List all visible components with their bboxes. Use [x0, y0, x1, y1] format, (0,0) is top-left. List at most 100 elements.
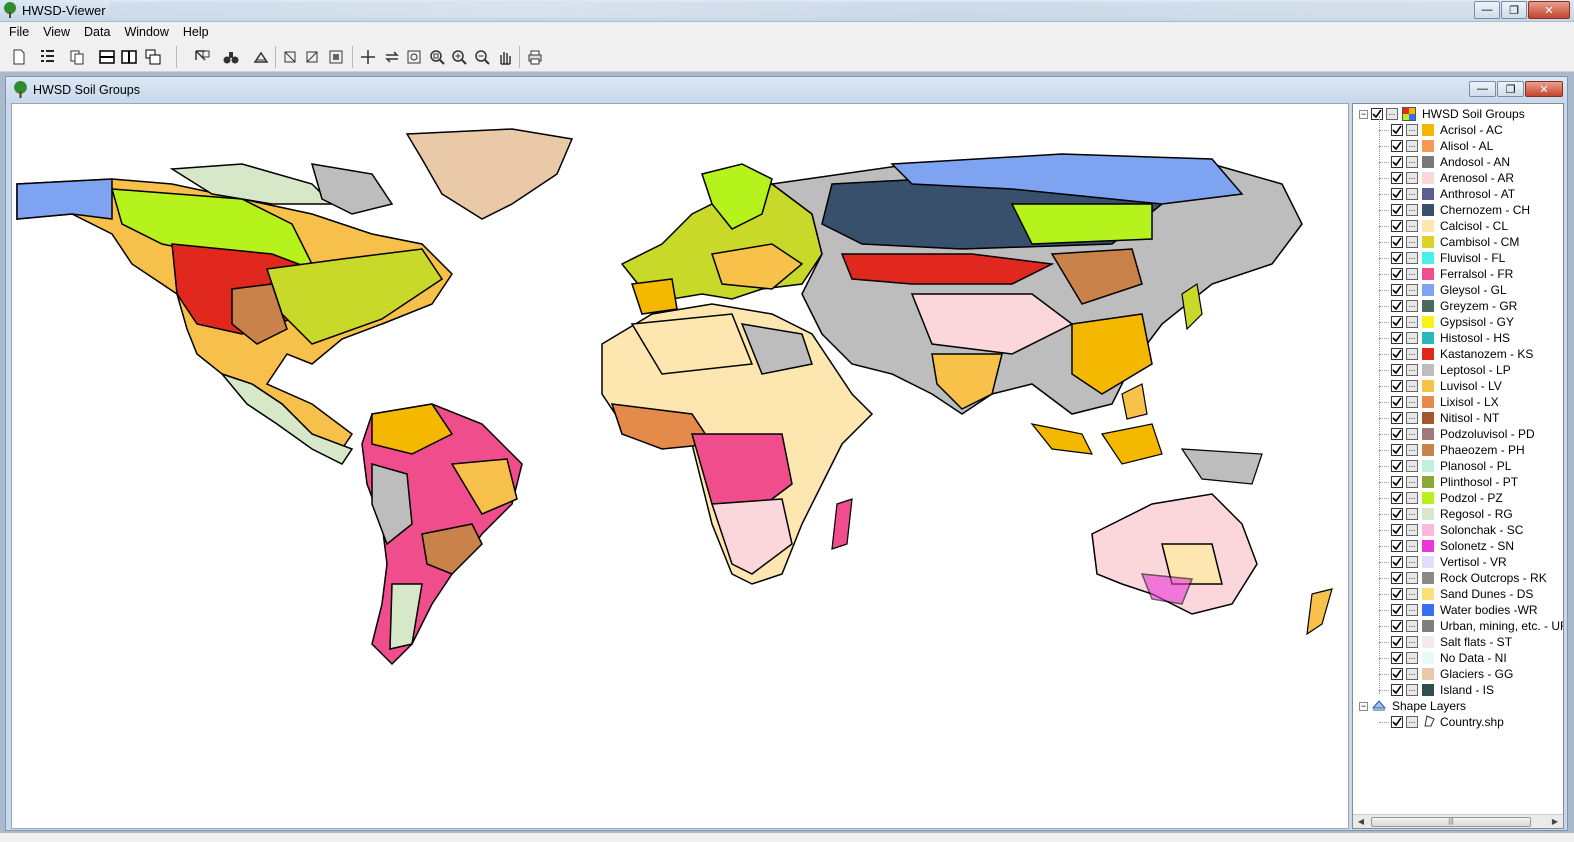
legend-item-options-button[interactable]: ...: [1406, 236, 1418, 248]
legend-item-options-button[interactable]: ...: [1406, 476, 1418, 488]
legend-item-checkbox[interactable]: [1391, 172, 1403, 184]
legend-item-checkbox[interactable]: [1391, 300, 1403, 312]
legend-item-options-button[interactable]: ...: [1406, 188, 1418, 200]
legend-horizontal-scrollbar[interactable]: ◀ ||| ▶: [1353, 814, 1563, 828]
legend-item-options-button[interactable]: ...: [1406, 412, 1418, 424]
legend-item-options-button[interactable]: ...: [1406, 124, 1418, 136]
legend-item-checkbox[interactable]: [1391, 492, 1403, 504]
legend-item-options-button[interactable]: ...: [1406, 172, 1418, 184]
legend-item-options-button[interactable]: ...: [1406, 556, 1418, 568]
legend-item[interactable]: ... Glaciers - GG: [1379, 666, 1513, 682]
legend-item[interactable]: ... Vertisol - VR: [1379, 554, 1507, 570]
legend-item[interactable]: ... No Data - NI: [1379, 650, 1507, 666]
select-feature-icon[interactable]: [191, 46, 213, 68]
legend-item-options-button[interactable]: ...: [1406, 428, 1418, 440]
world-soil-map[interactable]: [11, 103, 1349, 829]
zoom-box-icon[interactable]: [279, 46, 301, 68]
legend-item[interactable]: ... Gypsisol - GY: [1379, 314, 1514, 330]
legend-item-checkbox[interactable]: [1391, 556, 1403, 568]
legend-item-options-button[interactable]: ...: [1406, 140, 1418, 152]
zoom-extent-icon[interactable]: [426, 46, 448, 68]
menu-view[interactable]: View: [36, 25, 77, 39]
close-button[interactable]: ✕: [1528, 1, 1570, 19]
collapse-toggle-icon[interactable]: −: [1359, 109, 1368, 119]
legend-item-checkbox[interactable]: [1391, 364, 1403, 376]
legend-item-checkbox[interactable]: [1391, 284, 1403, 296]
legend-item[interactable]: ... Island - IS: [1379, 682, 1494, 698]
legend-item[interactable]: ... Anthrosol - AT: [1379, 186, 1515, 202]
legend-item-checkbox[interactable]: [1391, 332, 1403, 344]
legend-item-options-button[interactable]: ...: [1406, 604, 1418, 616]
legend-item[interactable]: ... Leptosol - LP: [1379, 362, 1511, 378]
legend-item[interactable]: ... Rock Outcrops - RK: [1379, 570, 1547, 586]
legend-item-options-button[interactable]: ...: [1406, 380, 1418, 392]
legend-item[interactable]: ... Gleysol - GL: [1379, 282, 1507, 298]
add-point-icon[interactable]: [357, 46, 379, 68]
tile-vertical-icon[interactable]: [118, 46, 140, 68]
legend-item-checkbox[interactable]: [1391, 652, 1403, 664]
legend-item[interactable]: ... Solonchak - SC: [1379, 522, 1523, 538]
legend-item[interactable]: ... Podzoluvisol - PD: [1379, 426, 1535, 442]
restore-button[interactable]: ❐: [1501, 1, 1527, 19]
menu-help[interactable]: Help: [176, 25, 216, 39]
shape-layer-checkbox[interactable]: [1391, 716, 1403, 728]
legend-item-options-button[interactable]: ...: [1406, 636, 1418, 648]
cascade-icon[interactable]: [142, 46, 164, 68]
legend-item[interactable]: ... Planosol - PL: [1379, 458, 1511, 474]
legend-item-checkbox[interactable]: [1391, 380, 1403, 392]
legend-item-options-button[interactable]: ...: [1406, 588, 1418, 600]
legend-item-options-button[interactable]: ...: [1406, 668, 1418, 680]
zoom-layer-icon[interactable]: [325, 46, 347, 68]
legend-item[interactable]: ... Arenosol - AR: [1379, 170, 1514, 186]
legend-item-checkbox[interactable]: [1391, 412, 1403, 424]
legend-item[interactable]: ... Lixisol - LX: [1379, 394, 1499, 410]
menu-window[interactable]: Window: [117, 25, 175, 39]
pan-hand-icon[interactable]: [494, 46, 516, 68]
legend-item-options-button[interactable]: ...: [1406, 316, 1418, 328]
legend-item[interactable]: ... Sand Dunes - DS: [1379, 586, 1533, 602]
zoom-out-icon[interactable]: [471, 46, 493, 68]
legend-item[interactable]: ... Acrisol - AC: [1379, 122, 1503, 138]
legend-item-checkbox[interactable]: [1391, 124, 1403, 136]
scroll-right-arrow-icon[interactable]: ▶: [1549, 816, 1561, 828]
legend-item-options-button[interactable]: ...: [1406, 332, 1418, 344]
legend-item-options-button[interactable]: ...: [1406, 492, 1418, 504]
legend-item[interactable]: ... Cambisol - CM: [1379, 234, 1519, 250]
legend-item-checkbox[interactable]: [1391, 524, 1403, 536]
legend-item-checkbox[interactable]: [1391, 444, 1403, 456]
legend-item-checkbox[interactable]: [1391, 252, 1403, 264]
shape-layer-options-button[interactable]: ...: [1406, 716, 1418, 728]
legend-item-checkbox[interactable]: [1391, 428, 1403, 440]
legend-item[interactable]: ... Salt flats - ST: [1379, 634, 1512, 650]
legend-item[interactable]: ... Fluvisol - FL: [1379, 250, 1505, 266]
legend-item[interactable]: ... Phaeozem - PH: [1379, 442, 1525, 458]
legend-item-checkbox[interactable]: [1391, 572, 1403, 584]
legend-item[interactable]: ... Nitisol - NT: [1379, 410, 1499, 426]
scrollbar-thumb[interactable]: |||: [1371, 817, 1531, 827]
legend-item-options-button[interactable]: ...: [1406, 460, 1418, 472]
zoom-in-icon[interactable]: [448, 46, 470, 68]
legend-item-checkbox[interactable]: [1391, 668, 1403, 680]
shape-layer-item[interactable]: ... Country.shp: [1379, 714, 1504, 730]
legend-item-checkbox[interactable]: [1391, 140, 1403, 152]
identify-binoculars-icon[interactable]: [220, 46, 242, 68]
legend-item-options-button[interactable]: ...: [1406, 524, 1418, 536]
shape-layers-node[interactable]: − Shape Layers: [1359, 698, 1466, 714]
legend-item-checkbox[interactable]: [1391, 684, 1403, 696]
legend-item-options-button[interactable]: ...: [1406, 364, 1418, 376]
full-extent-icon[interactable]: [403, 46, 425, 68]
legend-item-options-button[interactable]: ...: [1406, 268, 1418, 280]
layer-visibility-checkbox[interactable]: [1371, 108, 1383, 120]
legend-item-checkbox[interactable]: [1391, 476, 1403, 488]
legend-item[interactable]: ... Histosol - HS: [1379, 330, 1510, 346]
print-icon[interactable]: [524, 46, 546, 68]
legend-item-options-button[interactable]: ...: [1406, 540, 1418, 552]
legend-item-options-button[interactable]: ...: [1406, 620, 1418, 632]
legend-item[interactable]: ... Calcisol - CL: [1379, 218, 1508, 234]
legend-item-options-button[interactable]: ...: [1406, 652, 1418, 664]
legend-item-options-button[interactable]: ...: [1406, 348, 1418, 360]
layer-list-icon[interactable]: [36, 46, 58, 68]
legend-item[interactable]: ... Ferralsol - FR: [1379, 266, 1513, 282]
legend-item[interactable]: ... Greyzem - GR: [1379, 298, 1517, 314]
legend-item-checkbox[interactable]: [1391, 348, 1403, 360]
